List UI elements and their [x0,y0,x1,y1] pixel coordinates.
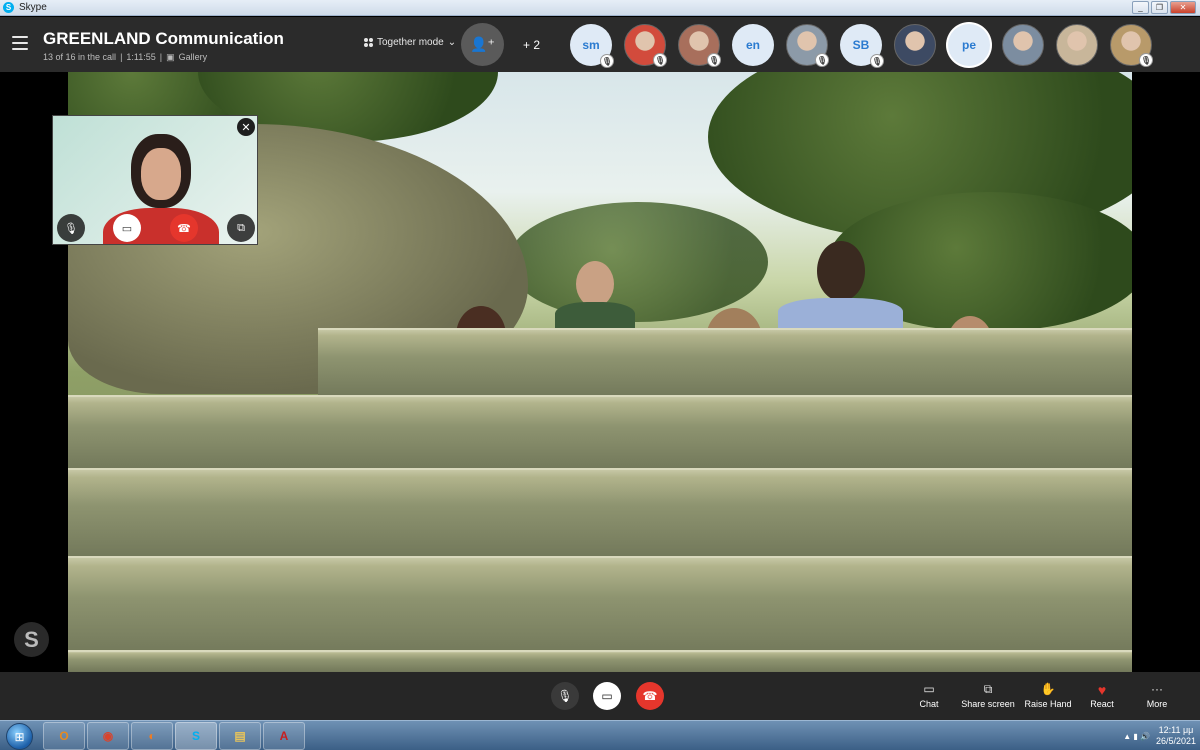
status-separator: | [159,52,163,62]
outlook-icon[interactable]: O [43,722,85,750]
window-titlebar: S Skype _ ❐ ✕ [0,0,1200,16]
raise-hand-label: Raise Hand [1024,699,1072,709]
tray-icons[interactable]: ▲ ▮ 🔊 [1123,732,1150,741]
clock-date: 26/5/2021 [1155,736,1196,746]
seat-row [68,395,1132,470]
view-mode-label[interactable]: Gallery [179,52,208,63]
call-header: GREENLAND Communication 13 of 16 in the … [0,17,1200,72]
seat-row [68,556,1132,656]
self-video-preview[interactable]: ✕ 🎙 ▭ ☎ ⧉ [52,115,258,245]
participant-avatar[interactable]: sm 🎙 [570,24,614,68]
chrome-icon[interactable]: ◉ [87,722,129,750]
participant-initials: sm [582,38,600,52]
more-participants-count[interactable]: + 2 [523,38,540,52]
menu-icon[interactable] [12,36,28,50]
file-explorer-icon[interactable]: ▤ [219,722,261,750]
popout-icon[interactable]: ⧉ [227,214,255,242]
hang-up-icon[interactable]: ☎ [170,214,198,242]
participant-video[interactable] [778,235,903,332]
participant-initials: pe [961,38,976,52]
gallery-icon: ▣ [166,52,175,62]
hang-up-button[interactable]: ☎ [636,682,664,710]
microphone-muted-icon: 🎙 [815,53,829,67]
minimize-button[interactable]: _ [1132,1,1149,14]
participant-avatar[interactable]: en [732,24,774,66]
more-icon: ··· [1151,682,1163,696]
add-person-icon: 👤⁺ [470,36,495,52]
video-camera-icon[interactable]: ▭ [593,682,621,710]
participant-avatar[interactable]: 🎙 [1110,24,1153,67]
participant-avatar[interactable]: 🎙 [678,24,721,67]
add-participant-button[interactable]: 👤⁺ [461,23,504,66]
seat-row [68,650,1132,672]
participant-avatar[interactable]: 🎙 [624,24,667,67]
more-button[interactable]: ··· More [1122,682,1192,709]
together-mode-label: Together mode [377,37,444,48]
chevron-down-icon: ⌄ [447,37,457,48]
clock-time: 12:11 μμ [1158,725,1194,735]
participant-avatar[interactable] [1002,24,1044,66]
chat-label: Chat [919,699,939,709]
call-stage: ✕ 🎙 ▭ ☎ ⧉ S [0,72,1200,672]
call-controls: 🎙 ▭ ☎ ▭ Chat ⧉ Share screen ✋ Raise Hand… [0,672,1200,720]
microphone-muted-icon[interactable]: 🎙 [551,682,579,710]
participant-avatar[interactable]: 🎙 [786,24,829,67]
video-camera-icon[interactable]: ▭ [113,214,141,242]
skype-taskbar-icon[interactable]: S [175,722,217,750]
participant-avatar[interactable]: SB 🎙 [840,24,884,68]
firefox-icon[interactable]: ◐ [131,722,173,750]
window-title: Skype [19,2,47,13]
more-label: More [1146,699,1168,709]
share-screen-label: Share screen [961,699,1015,709]
seat-row [318,328,1132,398]
call-duration: 1:11:55 [126,52,156,62]
call-title: GREENLAND Communication [43,29,284,48]
acrobat-icon[interactable]: A [263,722,305,750]
participant-avatar[interactable] [894,24,936,66]
together-mode-dropdown[interactable]: Together mode ⌄ [364,37,456,48]
clock[interactable]: 12:11 μμ 26/5/2021 [1156,725,1196,747]
participant-avatar[interactable] [1056,24,1098,66]
microphone-muted-icon: 🎙 [870,54,884,68]
windows-taskbar: ⊞ O ◉ ◐ S ▤ A ▲ ▮ 🔊 12:11 μμ 26/5/2021 [0,720,1200,750]
people-group-icon [364,38,373,47]
microphone-muted-icon: 🎙 [653,53,667,67]
window-buttons: _ ❐ ✕ [1132,1,1196,14]
seat-row [68,468,1132,558]
participant-initials: SB [852,38,870,52]
maximize-button[interactable]: ❐ [1151,1,1168,14]
microphone-muted-icon: 🎙 [600,54,614,68]
react-label: React [1090,699,1114,709]
participant-avatar[interactable]: pe [948,24,990,66]
system-tray: ▲ ▮ 🔊 12:11 μμ 26/5/2021 [1123,723,1196,749]
close-window-button[interactable]: ✕ [1170,1,1196,14]
microphone-muted-icon[interactable]: 🎙 [57,214,85,242]
participant-initials: en [745,38,760,52]
call-status: 13 of 16 in the call | 1:11:55 | ▣ Galle… [43,52,207,63]
participant-video[interactable] [555,257,635,332]
status-separator: | [120,52,123,62]
close-icon[interactable]: ✕ [237,118,255,136]
microphone-muted-icon: 🎙 [1139,53,1153,67]
skype-logo-icon: S [14,622,49,657]
start-button[interactable]: ⊞ [6,723,33,750]
microphone-muted-icon: 🎙 [707,53,721,67]
participants-status: 13 of 16 in the call [43,52,117,62]
skype-app-icon: S [3,2,14,13]
